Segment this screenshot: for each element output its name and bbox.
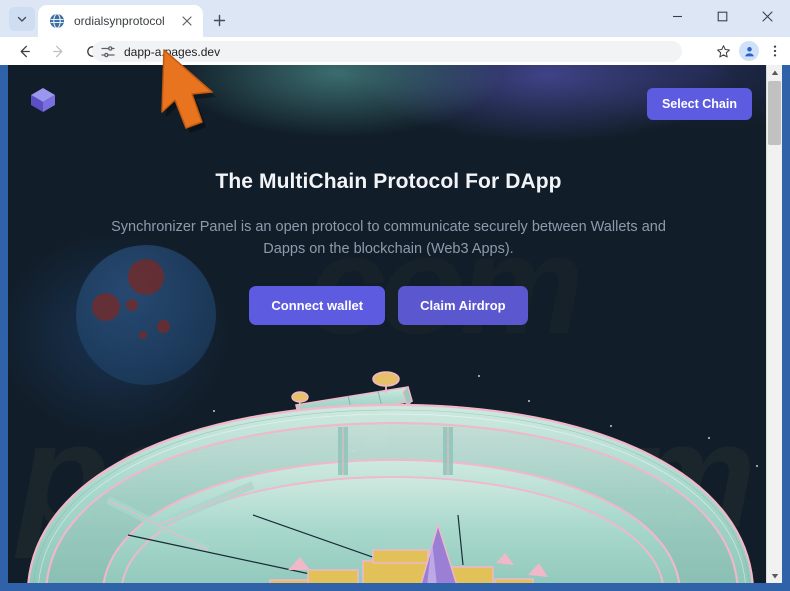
- new-tab-button[interactable]: [208, 9, 230, 31]
- page-viewport: pcrisk.com com: [8, 65, 782, 583]
- close-icon: [762, 11, 773, 22]
- bookmark-button[interactable]: [710, 38, 736, 64]
- sliders-icon[interactable]: [100, 44, 116, 60]
- maximize-icon: [717, 11, 728, 22]
- triangle-up-icon: [771, 70, 778, 75]
- page-title: The MultiChain Protocol For DApp: [215, 170, 562, 193]
- arrow-right-icon: [52, 45, 62, 57]
- browser-menu-button[interactable]: [762, 38, 788, 64]
- claim-airdrop-button[interactable]: Claim Airdrop: [398, 286, 528, 325]
- browser-tab[interactable]: ordialsynprotocol: [38, 5, 203, 37]
- tab-close-button[interactable]: [177, 11, 197, 31]
- plus-icon: [213, 14, 225, 26]
- address-bar[interactable]: dapp-a.pages.dev: [92, 41, 682, 62]
- profile-button[interactable]: [739, 41, 759, 61]
- tab-search-button[interactable]: [9, 7, 35, 31]
- window-controls: [655, 0, 790, 33]
- dapp-page: pcrisk.com com: [8, 65, 769, 583]
- hero-section: The MultiChain Protocol For DApp Synchro…: [8, 170, 769, 325]
- scroll-down-button[interactable]: [767, 568, 782, 583]
- logo[interactable]: [28, 85, 58, 120]
- forward-button[interactable]: [44, 37, 72, 65]
- page-scrollbar[interactable]: [766, 65, 782, 583]
- minimize-icon: [673, 15, 682, 18]
- chevron-down-icon: [17, 16, 27, 22]
- scrollbar-thumb[interactable]: [768, 81, 781, 145]
- browser-toolbar: dapp-a.pages.dev: [0, 37, 790, 65]
- close-window-button[interactable]: [745, 0, 790, 33]
- crater: [139, 331, 147, 339]
- hero-subtitle: Synchronizer Panel is an open protocol t…: [111, 219, 666, 257]
- minimize-button[interactable]: [655, 0, 700, 33]
- tab-strip: ordialsynprotocol: [0, 0, 790, 37]
- three-dots-icon: [773, 45, 777, 57]
- star-icon: [716, 44, 730, 57]
- person-icon: [744, 46, 754, 56]
- maximize-button[interactable]: [700, 0, 745, 33]
- globe-icon: [50, 13, 64, 29]
- arrow-left-icon: [20, 45, 30, 57]
- url-text: dapp-a.pages.dev: [124, 44, 221, 59]
- cube-logo-icon: [31, 88, 55, 112]
- select-chain-button[interactable]: Select Chain: [646, 88, 752, 120]
- cta-row: Connect wallet Claim Airdrop: [8, 286, 769, 325]
- browser-window: ordialsynprotocol dapp-a.pages.dev com S…: [0, 0, 790, 591]
- triangle-down-icon: [771, 573, 778, 578]
- toolbar-actions: [710, 37, 788, 65]
- tab-title: ordialsynprotocol: [74, 14, 165, 28]
- close-icon: [182, 16, 192, 26]
- scroll-up-button[interactable]: [767, 65, 782, 80]
- space-station-illustration: [27, 371, 754, 583]
- back-button[interactable]: [10, 37, 38, 65]
- connect-wallet-button[interactable]: Connect wallet: [249, 286, 386, 325]
